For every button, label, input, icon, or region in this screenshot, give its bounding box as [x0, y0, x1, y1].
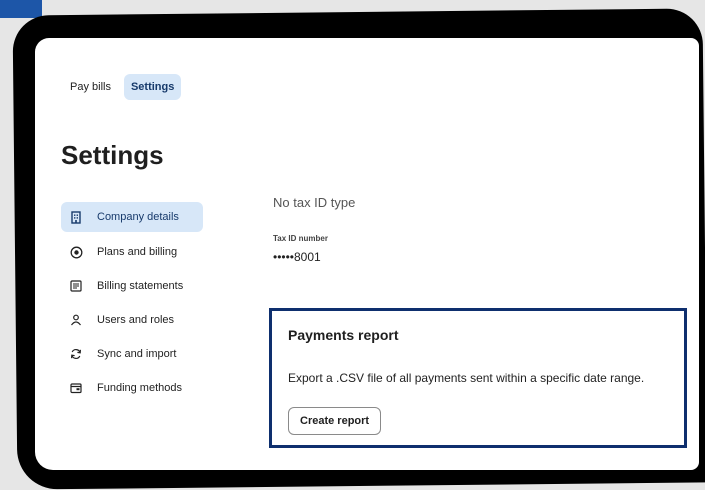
sidebar-item-label: Funding methods — [97, 382, 182, 394]
plan-icon — [69, 245, 83, 259]
sidebar-item-plans-billing[interactable]: Plans and billing — [61, 238, 203, 266]
payments-report-card: Payments report Export a .CSV file of al… — [269, 308, 687, 448]
wallet-icon — [69, 381, 83, 395]
payments-report-description: Export a .CSV file of all payments sent … — [288, 371, 645, 385]
sidebar-item-label: Users and roles — [97, 314, 175, 326]
sync-icon — [69, 347, 83, 361]
tax-id-value: •••••8001 — [273, 250, 321, 264]
nav-settings[interactable]: Settings — [123, 74, 182, 100]
tax-id-label: Tax ID number — [273, 234, 328, 243]
sidebar-item-users-roles[interactable]: Users and roles — [61, 306, 203, 334]
sidebar-item-billing-statements[interactable]: Billing statements — [61, 272, 203, 300]
sidebar-item-label: Company details — [97, 211, 179, 223]
corner-tab — [0, 0, 42, 18]
sidebar-item-label: Sync and import — [97, 348, 177, 360]
tax-id-type: No tax ID type — [273, 195, 356, 210]
sidebar-item-label: Plans and billing — [97, 246, 178, 258]
sidebar-item-sync-import[interactable]: Sync and import — [61, 340, 203, 368]
building-icon — [69, 210, 83, 224]
sidebar-item-label: Billing statements — [97, 280, 184, 292]
app-screen: Pay bills Settings Settings Company deta… — [35, 38, 699, 470]
top-nav: Pay bills Settings — [63, 74, 182, 100]
create-report-button[interactable]: Create report — [288, 407, 382, 435]
settings-sidebar: Company details Plans and billing Billin… — [61, 202, 203, 408]
sidebar-item-company-details[interactable]: Company details — [61, 202, 203, 232]
page-title: Settings — [61, 140, 164, 170]
user-icon — [69, 313, 83, 327]
nav-pay-bills[interactable]: Pay bills — [63, 74, 118, 100]
statement-icon — [69, 279, 83, 293]
payments-report-title: Payments report — [288, 327, 399, 343]
sidebar-item-funding-methods[interactable]: Funding methods — [61, 374, 203, 402]
